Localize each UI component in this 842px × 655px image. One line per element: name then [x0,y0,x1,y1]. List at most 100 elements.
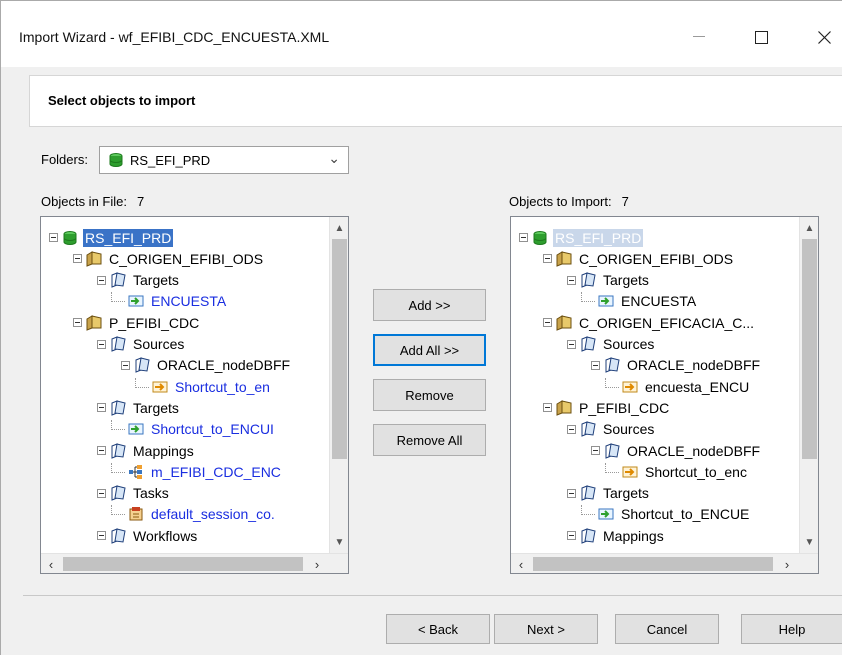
tree-node[interactable]: P_EFIBI_CDC [543,397,671,418]
tree-node[interactable]: encuesta_ENCU [605,376,751,397]
tree-node[interactable]: P_EFIBI_CDC [73,312,201,333]
tree-node[interactable]: Sources [97,334,186,355]
collapse-toggle-icon[interactable] [591,446,600,455]
back-button[interactable]: < Back [386,614,490,644]
wizard-header: Select objects to import [29,75,842,127]
scroll-left-icon[interactable]: ‹ [41,554,61,573]
collapse-toggle-icon[interactable] [567,531,576,541]
vertical-scrollbar[interactable]: ▲ ▼ [799,217,818,553]
tree-node[interactable]: Workflows [97,525,199,546]
tree-node[interactable]: Targets [97,270,181,291]
tree-node[interactable]: Sources [567,419,656,440]
scroll-right-icon[interactable]: › [307,554,327,573]
collapse-toggle-icon[interactable] [591,360,600,370]
scroll-up-icon[interactable]: ▲ [330,219,348,237]
tree-node[interactable]: Tasks [97,483,171,504]
scrollbar-thumb[interactable] [332,239,347,459]
collapse-toggle-icon[interactable] [519,233,528,242]
next-button[interactable]: Next > [494,614,598,644]
tree-node[interactable]: default_session_co. [111,504,277,525]
objects-to-import-count: 7 [621,194,629,209]
tree-node-label: Tasks [133,485,169,502]
tree-node[interactable]: Targets [567,483,651,504]
tree-node[interactable]: Targets [567,270,651,291]
collapse-toggle-icon[interactable] [543,403,552,413]
collapse-toggle-icon[interactable] [543,254,552,264]
objects-in-file-tree[interactable]: RS_EFI_PRD C_ORIGEN_EFIBI_ODS Targets ENCUE… [40,216,349,574]
tree-node[interactable]: m_EFIBI_CDC_ENC [111,461,283,482]
collapse-toggle-icon[interactable] [97,339,106,349]
collapse-toggle-icon[interactable] [567,424,576,434]
tree-node[interactable]: ORACLE_nodeDBFF [121,355,292,376]
tree-node[interactable]: Shortcut_to_en [135,376,272,397]
tree-node-label: C_ORIGEN_EFICACIA_C... [579,314,755,331]
tree-node-label: ENCUESTA [621,293,697,310]
scroll-down-icon[interactable]: ▼ [800,533,818,551]
tree-node-label: m_EFIBI_CDC_ENC [151,463,281,480]
tree-node[interactable]: Mappings [567,525,666,546]
tree-node[interactable]: Targets [97,397,181,418]
collapse-toggle-icon[interactable] [73,254,82,264]
scroll-down-icon[interactable]: ▼ [330,533,348,551]
collapse-toggle-icon[interactable] [567,275,576,285]
collapse-toggle-icon[interactable] [73,318,82,328]
tree-node[interactable]: RS_EFI_PRD [49,227,174,248]
scroll-up-icon[interactable]: ▲ [800,219,818,237]
horizontal-scrollbar[interactable]: ‹ › [511,553,818,573]
cancel-button[interactable]: Cancel [615,614,719,644]
tree-node[interactable]: Mappings [97,440,196,461]
collapse-toggle-icon[interactable] [97,446,106,455]
horizontal-scrollbar[interactable]: ‹ › [41,553,348,573]
collapse-toggle-icon[interactable] [567,488,576,498]
tree-node[interactable]: C_ORIGEN_EFIBI_ODS [543,248,735,269]
close-icon[interactable] [801,19,842,55]
collapse-toggle-icon[interactable] [97,531,106,541]
scrollbar-thumb[interactable] [802,239,817,459]
tree-node[interactable]: Shortcut_to_enc [605,461,749,482]
help-button[interactable]: Help [741,614,842,644]
tree-node[interactable]: Shortcut_to_ENCUI [111,419,276,440]
vertical-scrollbar[interactable]: ▲ ▼ [329,217,348,553]
tree-node[interactable]: RS_EFI_PRD [519,227,644,248]
collapse-toggle-icon[interactable] [543,318,552,328]
scroll-right-icon[interactable]: › [777,554,797,573]
tree-node[interactable]: ENCUESTA [581,291,698,312]
folder-icon [556,314,572,331]
objects-to-import-tree[interactable]: RS_EFI_PRD C_ORIGEN_EFIBI_ODS Targets ENCUE… [510,216,819,574]
add-button[interactable]: Add >> [373,289,486,321]
open-folder-icon [111,527,126,544]
tree-node[interactable]: ORACLE_nodeDBFF [591,355,762,376]
collapse-toggle-icon[interactable] [49,233,58,242]
minimize-icon[interactable] [676,19,722,55]
scrollbar-thumb[interactable] [63,557,303,571]
collapse-toggle-icon[interactable] [567,339,576,349]
tree-node[interactable]: C_ORIGEN_EFICACIA_C... [543,312,756,333]
tree-node[interactable]: m_EFIBI_CDC_ENC [581,547,753,548]
open-folder-icon [581,485,596,501]
tree-content: RS_EFI_PRD C_ORIGEN_EFIBI_ODS Targets ENCUE… [41,217,329,547]
tree-node[interactable]: Sources [567,334,656,355]
collapse-toggle-icon[interactable] [97,403,106,413]
title-bar[interactable]: Import Wizard - wf_EFIBI_CDC_ENCUESTA.XM… [1,1,842,67]
tree-connector [135,377,149,388]
tree-node[interactable]: ORACLE_nodeDBFF [591,440,762,461]
folders-dropdown[interactable]: RS_EFI_PRD ⌄ [99,146,349,174]
remove-all-button[interactable]: Remove All [373,424,486,456]
folders-label: Folders: [41,152,88,167]
remove-button[interactable]: Remove [373,379,486,411]
tree-node[interactable]: Shortcut_to_ENCUE [581,504,751,525]
collapse-toggle-icon[interactable] [97,488,106,498]
tree-node[interactable]: wf_EFIBI_CDC_EN [111,547,275,548]
add-all-button[interactable]: Add All >> [373,334,486,366]
maximize-icon[interactable] [738,19,784,55]
tree-node[interactable]: ENCUESTA [111,291,228,312]
repository-icon [109,153,123,167]
repository-icon [533,230,547,245]
collapse-toggle-icon[interactable] [121,360,130,370]
folder-icon [86,250,102,267]
collapse-toggle-icon[interactable] [97,275,106,285]
scrollbar-thumb[interactable] [533,557,773,571]
tree-node[interactable]: C_ORIGEN_EFIBI_ODS [73,248,265,269]
objects-in-file-label: Objects in File: 7 [41,194,144,209]
scroll-left-icon[interactable]: ‹ [511,554,531,573]
